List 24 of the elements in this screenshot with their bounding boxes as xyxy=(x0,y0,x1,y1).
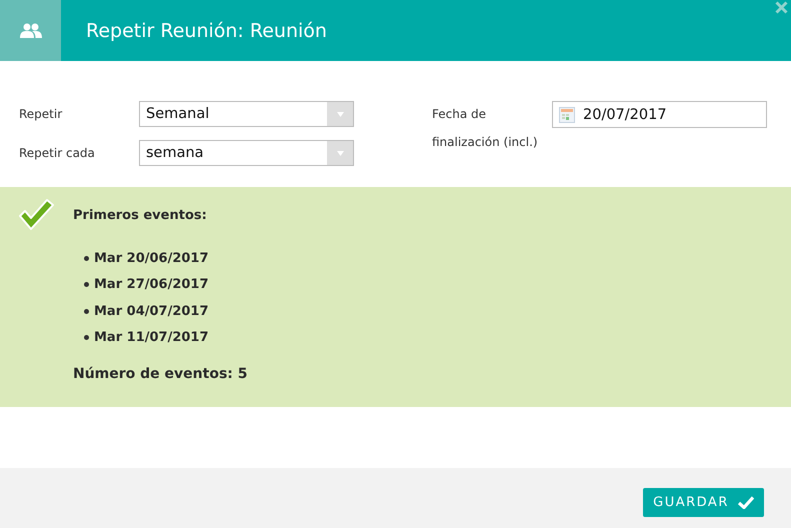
window-title: Repetir Reunión: Reunión xyxy=(86,20,327,42)
bullet-icon xyxy=(84,282,89,288)
event-date: Mar 27/06/2017 xyxy=(94,277,209,292)
interval-dropdown[interactable]: semana xyxy=(139,140,354,166)
field-label: Repetir xyxy=(19,107,64,121)
date-field[interactable]: 20/07/2017 xyxy=(552,101,767,128)
event-count: Número de eventos: 5 xyxy=(73,366,248,382)
checkmark-icon xyxy=(17,197,55,233)
bullet-icon xyxy=(84,256,89,261)
caret-icon xyxy=(336,112,344,116)
repeat-dropdown[interactable]: Semanal xyxy=(139,101,354,127)
people-icon xyxy=(20,22,42,38)
preview-heading: Primeros eventos: xyxy=(73,208,208,223)
event-date: Mar 11/07/2017 xyxy=(94,330,209,346)
bullet-icon xyxy=(84,308,89,314)
field-label: Fecha de finalización (incl.) xyxy=(432,106,539,151)
caret-icon xyxy=(336,150,344,156)
bullet-icon xyxy=(84,335,89,340)
checkmark-icon xyxy=(738,496,754,509)
field-label: Repetir cada xyxy=(19,146,96,160)
calendar-icon xyxy=(559,106,575,122)
close-icon[interactable] xyxy=(775,1,788,14)
event-date: Mar 04/07/2017 xyxy=(94,304,209,319)
event-date: Mar 20/06/2017 xyxy=(94,250,209,266)
